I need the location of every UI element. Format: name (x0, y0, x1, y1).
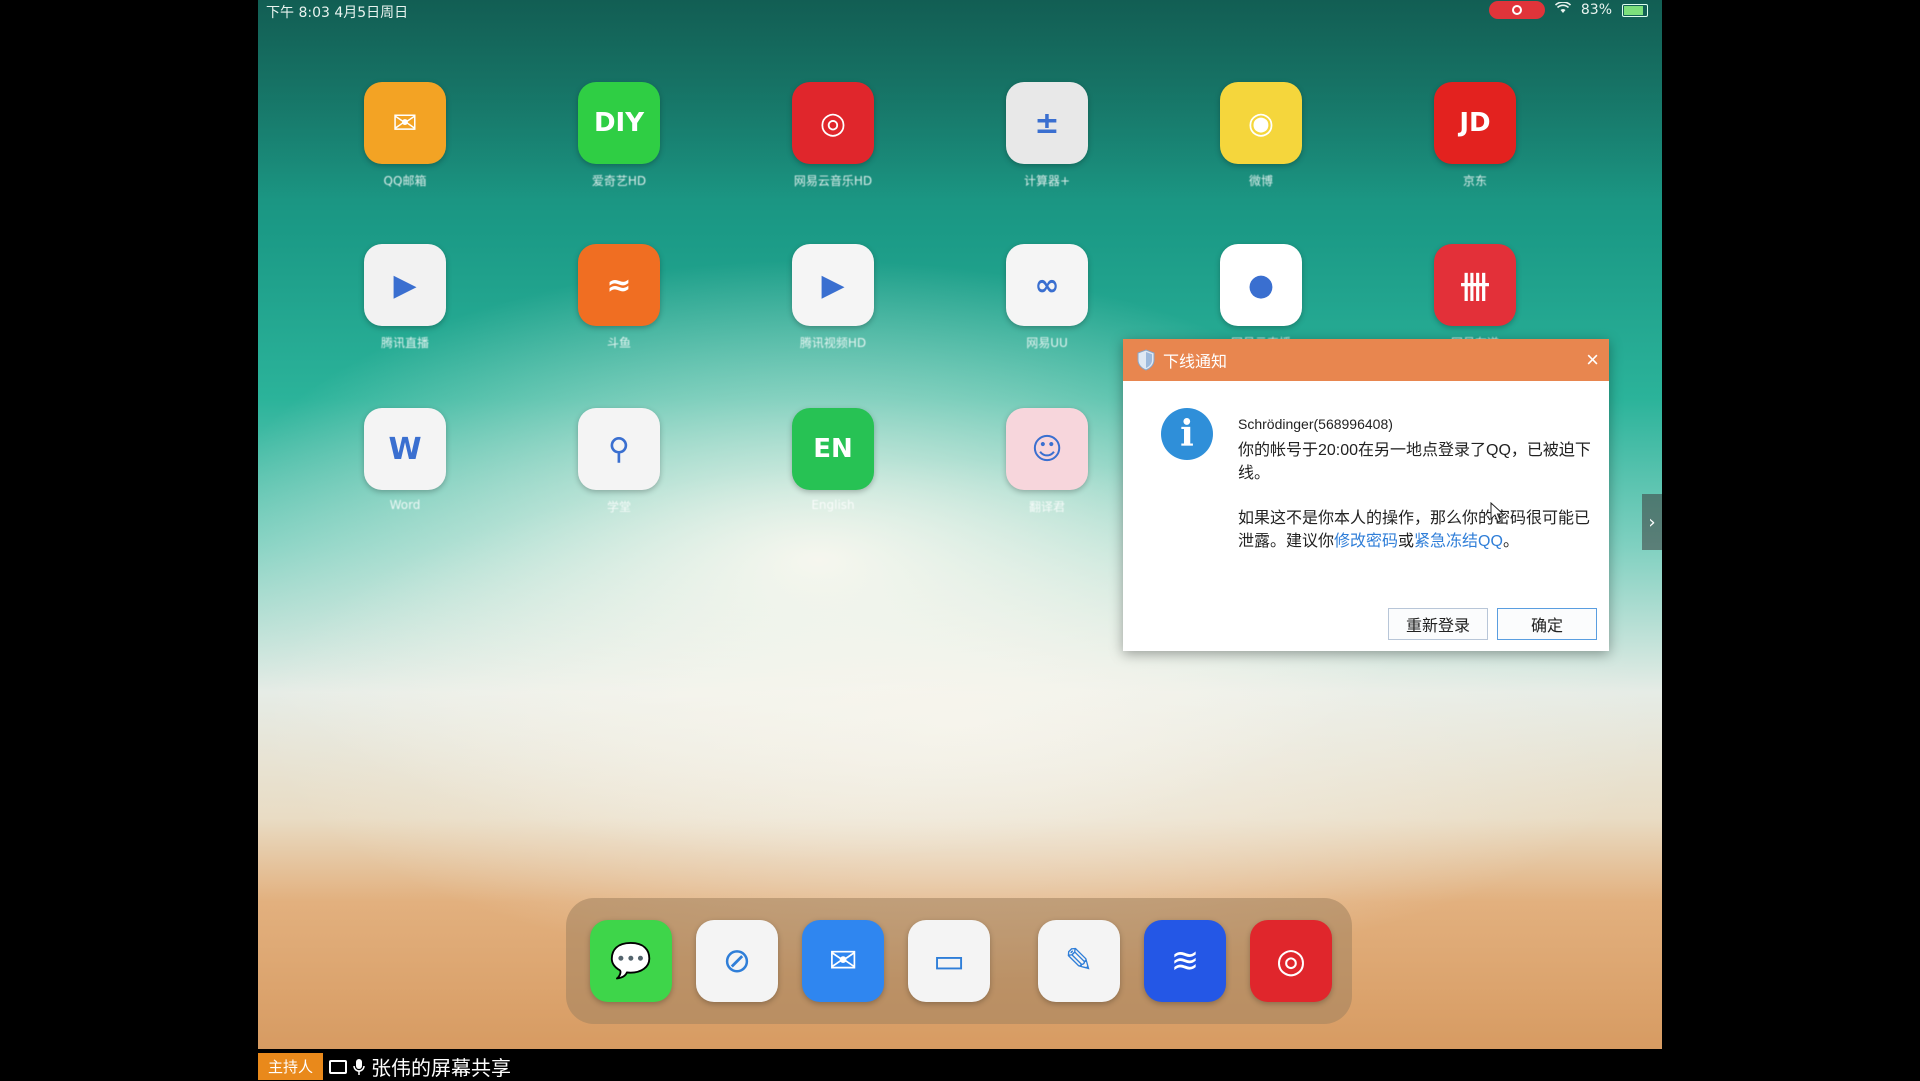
app-label: 微博 (1248, 174, 1273, 188)
app-label: 腾讯视频HD (799, 336, 867, 350)
app-red-app[interactable]: 卌网易有道 (1420, 244, 1530, 351)
app-calculator[interactable]: ± 计算器+ (992, 82, 1102, 189)
weibo-icon: ◉ (1220, 82, 1302, 164)
app-label: 网易UU (1026, 336, 1068, 350)
dock: 💬 ⊘ ✉ ▭ ✎ ≋ ◎ (566, 898, 1352, 1024)
tencent-video-icon: ▶ (792, 244, 874, 326)
message-line-2: 如果这不是你本人的操作，那么你的密码很可能已泄露。建议你修改密码或紧急冻结QQ。 (1238, 507, 1598, 553)
period-text: 。 (1502, 533, 1519, 550)
app-label: 计算器+ (1023, 174, 1071, 188)
netease-music-icon: ◎ (792, 82, 874, 164)
shark-icon: ≈ (578, 244, 660, 326)
app-label: 学堂 (606, 500, 631, 514)
app-mail-envelope[interactable]: ✉ QQ邮箱 (350, 82, 460, 189)
app-tencent-video[interactable]: ▶ 腾讯视频HD (778, 244, 888, 351)
app-diy[interactable]: DIY 爱奇艺HD (564, 82, 674, 189)
wifi-icon (1554, 1, 1571, 18)
app-shark[interactable]: ≈ 斗鱼 (564, 244, 674, 351)
app-girl[interactable]: ☺ 翻译君 (992, 408, 1102, 515)
screen-share-icon (329, 1059, 348, 1074)
app-video-player[interactable]: ▶ 腾讯直播 (350, 244, 460, 351)
en-icon: EN (792, 408, 874, 490)
app-en[interactable]: EN English (778, 408, 888, 512)
app-netease-music[interactable]: ◎ 网易云音乐HD (778, 82, 888, 189)
message-line-1: 你的帐号于20:00在另一地点登录了QQ，已被迫下线。 (1238, 442, 1591, 482)
dock-feishu-icon[interactable]: ≋ (1144, 920, 1226, 1002)
info-icon: i (1161, 408, 1213, 460)
status-time-date: 下午 8:03 4月5日周日 (266, 5, 409, 21)
dialog-titlebar: 下线通知 × (1123, 339, 1609, 381)
diy-icon: DIY (578, 82, 660, 164)
screen-recording-indicator[interactable] (1488, 1, 1545, 19)
dialog-title: 下线通知 (1163, 354, 1228, 371)
close-icon[interactable]: × (1586, 347, 1599, 373)
red-app-icon: 卌 (1434, 244, 1516, 326)
dock-mail-icon[interactable]: ✉ (802, 920, 884, 1002)
mouse-cursor-icon (1490, 502, 1504, 523)
dock-safari-icon[interactable]: ⊘ (696, 920, 778, 1002)
app-label: Word (389, 498, 421, 512)
word-icon: W (364, 408, 446, 490)
app-label: 网易云音乐HD (793, 174, 873, 188)
calculator-icon: ± (1006, 82, 1088, 164)
status-bar: 下午 8:03 4月5日周日 83% (258, 0, 1662, 22)
app-search-person[interactable]: ⚲ 学堂 (564, 408, 674, 515)
dialog-message: Schrödinger(568996408) 你的帐号于20:00在另一地点登录… (1238, 413, 1598, 553)
record-dot-icon (1511, 5, 1522, 15)
share-title: 张伟的屏幕共享 (371, 1056, 512, 1080)
video-player-icon: ▶ (364, 244, 446, 326)
battery-percent: 83% (1580, 2, 1612, 18)
chevron-right-icon[interactable]: › (1642, 494, 1662, 550)
app-chat-bubble[interactable]: ●网易云直播 (1206, 244, 1316, 351)
app-label: 斗鱼 (606, 336, 631, 350)
girl-icon: ☺ (1006, 408, 1088, 490)
app-word[interactable]: W Word (350, 408, 460, 512)
app-label: 爱奇艺HD (591, 174, 647, 188)
search-person-icon: ⚲ (578, 408, 660, 490)
app-label: 腾讯直播 (380, 336, 429, 350)
offline-notice-dialog: 下线通知 × i Schrödinger(568996408) 你的帐号于20:… (1123, 339, 1609, 651)
dock-pen-icon[interactable]: ✎ (1038, 920, 1120, 1002)
app-weibo[interactable]: ◉ 微博 (1206, 82, 1316, 189)
screen-share-bar: 主持人 张伟的屏幕共享 (258, 1053, 511, 1080)
relogin-button[interactable]: 重新登录 (1388, 608, 1488, 640)
dock-netease-music-icon[interactable]: ◎ (1250, 920, 1332, 1002)
link-icon: ∞ (1006, 244, 1088, 326)
freeze-qq-link[interactable]: 紧急冻结QQ (1414, 533, 1503, 550)
microphone-icon[interactable] (353, 1058, 365, 1076)
dock-files-icon[interactable]: ▭ (908, 920, 990, 1002)
app-jd[interactable]: JD 京东 (1420, 82, 1530, 189)
app-label: QQ邮箱 (383, 174, 427, 188)
chat-bubble-icon: ● (1220, 244, 1302, 326)
battery-icon (1622, 3, 1648, 17)
dock-messages-icon[interactable]: 💬 (590, 920, 672, 1002)
account-name: Schrödinger(568996408) (1238, 416, 1393, 432)
app-label: 翻译君 (1028, 500, 1065, 514)
mail-envelope-icon: ✉ (364, 82, 446, 164)
jd-icon: JD (1434, 82, 1516, 164)
app-link[interactable]: ∞ 网易UU (992, 244, 1102, 351)
ok-button[interactable]: 确定 (1497, 608, 1597, 640)
change-password-link[interactable]: 修改密码 (1334, 533, 1398, 550)
shield-icon (1137, 349, 1155, 371)
or-text: 或 (1398, 533, 1415, 550)
app-label: 京东 (1462, 174, 1487, 188)
host-badge: 主持人 (258, 1053, 324, 1080)
app-label: English (811, 498, 855, 512)
